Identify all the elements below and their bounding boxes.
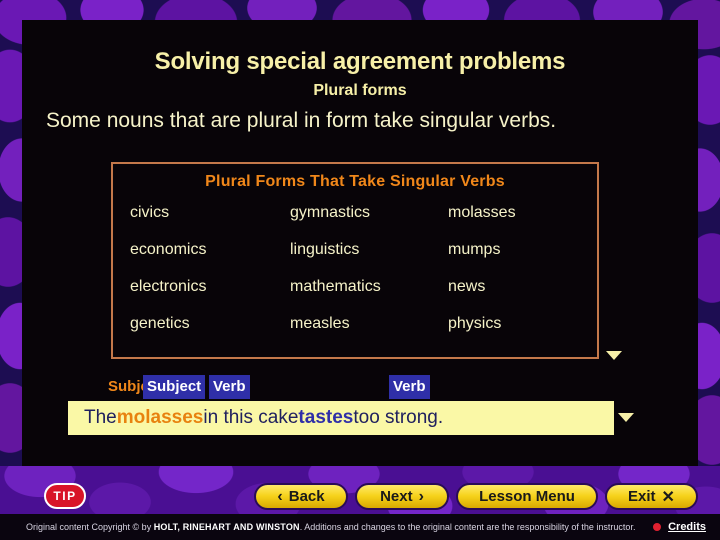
footer: Original content Copyright © by HOLT, RI… [0,514,720,540]
page-subtitle: Plural forms [313,82,407,99]
tip-badge[interactable]: TIP [44,483,86,509]
table-cell: news [448,278,486,295]
back-button-label: Back [288,488,325,505]
sentence-part-3: too strong. [353,407,444,428]
exit-button-label: Exit [628,488,656,505]
table-body: civics gymnastics molasses economics lin… [113,191,597,333]
sentence-verb-word: tastes [298,407,354,428]
table-cell: economics [130,241,207,258]
table-header: Plural Forms That Take Singular Verbs [205,173,505,190]
slide-root: Solving special agreement problems Plura… [0,0,720,540]
triangle-down-icon[interactable] [618,413,634,422]
copyright-suffix: . Additions and changes to the original … [299,522,636,532]
copyright-text: Original content Copyright © by HOLT, RI… [0,522,635,532]
credits-link[interactable]: Credits [668,521,706,533]
copyright-prefix: Original content Copyright © by [26,522,154,532]
table-cell: linguistics [290,241,360,258]
sentence-part-2: in this cake [203,407,299,428]
table-cell: electronics [130,278,207,295]
credits-group[interactable]: Credits [653,521,706,533]
table-cell: measles [290,315,350,332]
chevron-left-icon: ‹ [277,487,283,505]
lesson-menu-button-label: Lesson Menu [479,488,575,505]
next-button-label: Next [380,488,413,505]
body-paragraph: Some nouns that are plural in form take … [46,109,557,132]
exit-button[interactable]: Exit ✕ [605,483,698,510]
page-title: Solving special agreement problems [154,48,566,75]
back-button[interactable]: ‹ Back [254,483,348,510]
plural-forms-table: Plural Forms That Take Singular Verbs ci… [111,162,599,359]
table-cell: civics [130,204,170,221]
example-sentence-bar: The molasses in this cake tastes too str… [68,401,614,435]
table-cell: gymnastics [290,204,371,221]
table-cell: mumps [448,241,501,258]
table-cell: molasses [448,204,516,221]
lesson-menu-button[interactable]: Lesson Menu [456,483,598,510]
chevron-right-icon: › [418,487,424,505]
label-verb-left: Verb [209,375,250,399]
label-verb-right: Verb [389,375,430,399]
next-button[interactable]: Next › [355,483,449,510]
sentence-part-1: The [84,407,117,428]
close-icon: ✕ [661,488,675,506]
sentence-subject-word: molasses [116,407,204,428]
red-dot-icon [653,523,662,531]
table-cell: genetics [130,315,190,332]
publisher-name: HOLT, RINEHART AND WINSTON [153,522,300,532]
triangle-down-icon[interactable] [606,351,622,360]
label-subject-blue: Subject [143,375,206,399]
table-cell: mathematics [290,278,381,295]
table-cell: physics [448,315,502,332]
